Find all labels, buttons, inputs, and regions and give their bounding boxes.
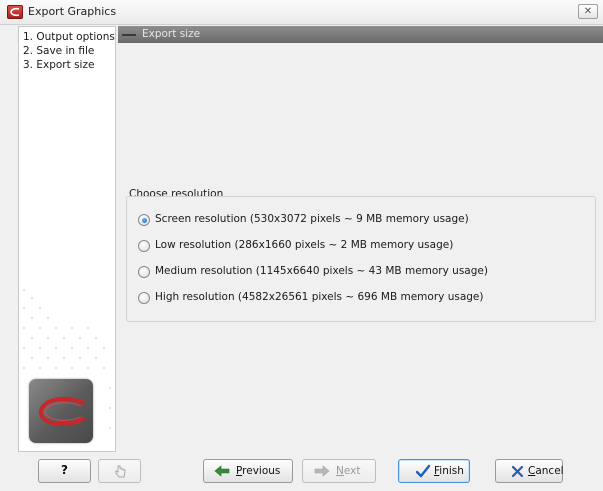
radio-label: Screen resolution (530x3072 pixels ~ 9 M… (155, 213, 469, 225)
title-bar: Export Graphics ✕ (0, 0, 603, 25)
logo-swoosh-icon (39, 396, 85, 427)
export-graphics-dialog: Export Graphics ✕ 1. Output options 2. S… (0, 0, 603, 491)
previous-button[interactable]: Previous (203, 459, 293, 483)
previous-label: Previous (236, 465, 281, 477)
x-icon (511, 465, 524, 478)
radio-label: Low resolution (286x1660 pixels ~ 2 MB m… (155, 239, 454, 251)
next-label: Next (336, 465, 361, 477)
finish-label: Finish (434, 465, 464, 477)
cancel-button[interactable]: Cancel (495, 459, 564, 483)
wizard-steps-panel: 1. Output options 2. Save in file 3. Exp… (18, 26, 116, 452)
step-output-options: 1. Output options (23, 31, 115, 43)
pointer-hand-icon (115, 465, 126, 478)
question-icon: ? (61, 463, 68, 477)
step-save-in-file: 2. Save in file (23, 45, 95, 57)
help-button[interactable]: ? (38, 459, 91, 483)
collapse-grip-icon (122, 34, 136, 36)
finish-button[interactable]: Finish (398, 459, 470, 483)
checkmark-icon (416, 464, 430, 478)
window-title: Export Graphics (28, 5, 117, 18)
step-export-size: 3. Export size (23, 59, 95, 71)
close-icon: ✕ (583, 6, 593, 17)
radio-button[interactable] (138, 266, 150, 278)
misc-button[interactable] (98, 459, 141, 483)
section-header: Export size (118, 26, 603, 43)
radio-button-checked[interactable] (138, 214, 150, 226)
arrow-right-icon (314, 465, 330, 477)
section-title: Export size (142, 28, 201, 40)
app-logo-icon (7, 5, 23, 19)
close-button[interactable]: ✕ (578, 4, 598, 19)
arrow-left-icon (214, 465, 230, 477)
product-logo (29, 379, 93, 443)
radio-label: Medium resolution (1145x6640 pixels ~ 43… (155, 265, 488, 277)
cancel-label: Cancel (528, 465, 564, 477)
radio-label: High resolution (4582x26561 pixels ~ 696… (155, 291, 484, 303)
radio-button[interactable] (138, 292, 150, 304)
radio-button[interactable] (138, 240, 150, 252)
wizard-content: Export size Choose resolution Screen res… (118, 26, 603, 452)
next-button[interactable]: Next (302, 459, 376, 483)
